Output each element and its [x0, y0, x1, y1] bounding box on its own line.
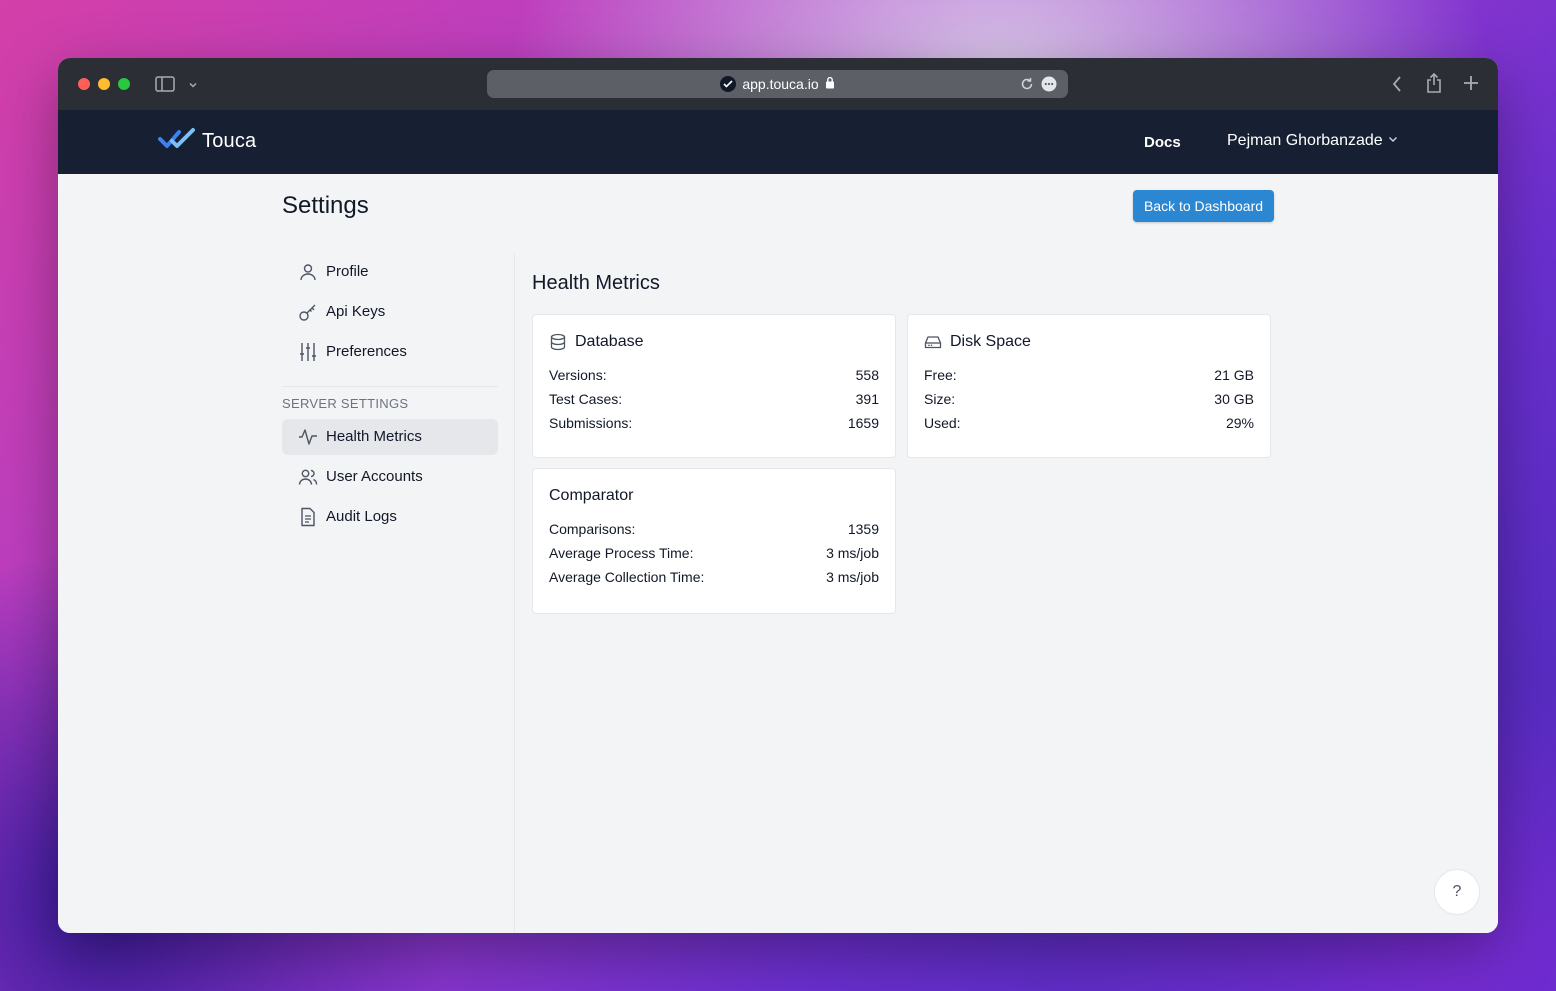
card-title: Comparator: [549, 487, 634, 504]
minimize-window-button[interactable]: [98, 78, 110, 90]
page-content: Settings Back to Dashboard Profile Api K…: [58, 174, 1498, 933]
metric-label: Submissions:: [549, 415, 633, 431]
sidebar-toggle-icon[interactable]: [155, 75, 175, 98]
close-window-button[interactable]: [78, 78, 90, 90]
user-icon: [298, 262, 318, 282]
metric-label: Comparisons:: [549, 521, 636, 537]
card-title: Disk Space: [950, 333, 1031, 350]
user-name: Pejman Ghorbanzade: [1227, 132, 1383, 149]
comparator-card: Comparator Comparisons: 1359 Average Pro…: [532, 468, 896, 614]
metric-row: Versions: 558: [549, 367, 879, 387]
metric-row: Size: 30 GB: [924, 391, 1254, 411]
sidebar-item-health-metrics[interactable]: Health Metrics: [282, 419, 498, 455]
touca-logo-icon: [158, 127, 196, 156]
help-button[interactable]: ?: [1434, 869, 1480, 915]
metric-label: Used:: [924, 415, 961, 431]
sidebar-section-title: SERVER SETTINGS: [282, 396, 409, 411]
metric-label: Size:: [924, 391, 956, 407]
maximize-window-button[interactable]: [118, 78, 130, 90]
metric-value: 558: [855, 367, 879, 383]
brand-name: Touca: [202, 130, 257, 152]
hard-drive-icon: [924, 333, 942, 351]
sidebar-item-label: Preferences: [326, 343, 407, 360]
sidebar-item-audit-logs[interactable]: Audit Logs: [282, 499, 498, 535]
metric-row: Submissions: 1659: [549, 415, 879, 435]
metric-value: 3 ms/job: [826, 569, 879, 585]
metric-row: Average Collection Time: 3 ms/job: [549, 569, 879, 589]
sidebar-item-label: Audit Logs: [326, 508, 397, 525]
metric-value: 1359: [847, 521, 879, 537]
chevron-down-icon: [1387, 132, 1399, 150]
activity-icon: [298, 427, 318, 447]
new-tab-icon[interactable]: [1463, 75, 1479, 96]
user-menu[interactable]: Pejman Ghorbanzade: [1227, 132, 1399, 150]
sidebar-item-user-accounts[interactable]: User Accounts: [282, 459, 498, 495]
sidebar-item-label: User Accounts: [326, 468, 423, 485]
sidebar-item-label: Health Metrics: [326, 428, 422, 445]
metric-value: 1659: [847, 415, 879, 431]
metric-label: Test Cases:: [549, 391, 623, 407]
share-icon[interactable]: [1425, 72, 1443, 99]
reload-icon[interactable]: [1019, 76, 1035, 97]
brand-logo[interactable]: Touca: [158, 127, 256, 156]
sliders-icon: [298, 342, 318, 362]
metric-value: 30 GB: [1214, 391, 1254, 407]
sidebar-item-api-keys[interactable]: Api Keys: [282, 294, 498, 330]
address-bar[interactable]: app.touca.io: [487, 70, 1068, 98]
metric-row: Test Cases: 391: [549, 391, 879, 411]
site-favicon-icon: [720, 76, 737, 92]
back-to-dashboard-button[interactable]: Back to Dashboard: [1133, 190, 1274, 222]
sidebar-item-profile[interactable]: Profile: [282, 254, 498, 290]
users-icon: [298, 467, 318, 487]
metric-label: Average Process Time:: [549, 545, 694, 561]
metric-value: 29%: [1225, 415, 1254, 431]
database-icon: [549, 333, 567, 351]
metric-row: Average Process Time: 3 ms/job: [549, 545, 879, 565]
lock-icon: [825, 76, 835, 92]
metric-row: Used: 29%: [924, 415, 1254, 435]
sidebar-divider: [282, 386, 498, 387]
metric-row: Comparisons: 1359: [549, 521, 879, 541]
more-options-icon[interactable]: [1041, 76, 1057, 97]
sidebar-item-preferences[interactable]: Preferences: [282, 334, 498, 370]
content-divider: [514, 254, 515, 933]
card-title: Database: [575, 333, 644, 350]
metric-value: 391: [855, 391, 879, 407]
metric-label: Free:: [924, 367, 957, 383]
key-icon: [298, 302, 318, 322]
metric-row: Free: 21 GB: [924, 367, 1254, 387]
sidebar-item-label: Api Keys: [326, 303, 386, 320]
disk-space-card: Disk Space Free: 21 GB Size: 30 GB Used:…: [907, 314, 1271, 458]
section-title: Health Metrics: [532, 272, 660, 294]
metric-value: 21 GB: [1214, 367, 1254, 383]
chevron-down-icon[interactable]: [188, 77, 198, 95]
browser-titlebar: app.touca.io: [58, 58, 1498, 111]
url-text: app.touca.io: [742, 76, 819, 92]
back-arrow-icon[interactable]: [1390, 74, 1404, 99]
page-title: Settings: [282, 192, 369, 219]
metric-value: 3 ms/job: [826, 545, 879, 561]
browser-window: app.touca.io Touca Docs Pejman Ghorbanza…: [58, 58, 1498, 933]
sidebar-item-label: Profile: [326, 263, 369, 280]
metric-label: Average Collection Time:: [549, 569, 705, 585]
docs-link[interactable]: Docs: [1144, 134, 1181, 151]
app-navbar: Touca Docs Pejman Ghorbanzade: [58, 110, 1498, 174]
document-icon: [298, 507, 318, 527]
metric-label: Versions:: [549, 367, 607, 383]
database-card: Database Versions: 558 Test Cases: 391 S…: [532, 314, 896, 458]
